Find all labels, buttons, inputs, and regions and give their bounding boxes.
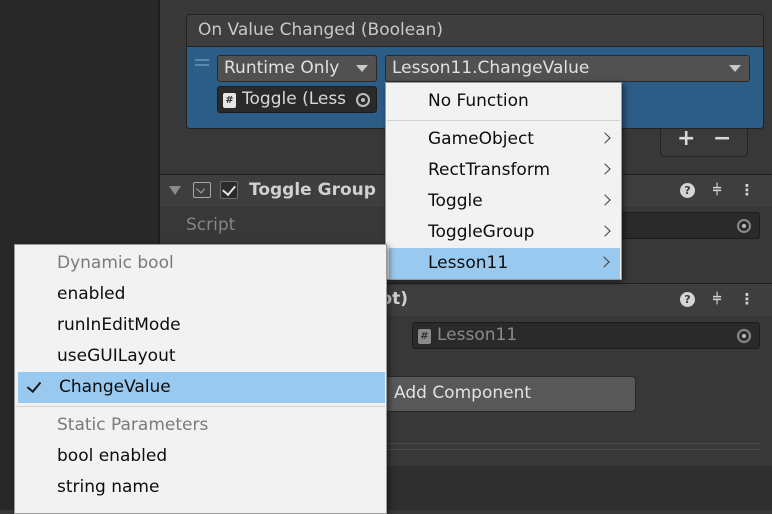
submenu-arrow-icon xyxy=(599,225,611,237)
menu-item-toggle[interactable]: Toggle xyxy=(386,186,621,217)
menu-item-label: bool enabled xyxy=(57,446,168,466)
menu-item-enabled[interactable]: enabled xyxy=(15,279,386,310)
add-remove-listener-box: + − xyxy=(660,126,748,157)
dropdown-arrow-icon xyxy=(729,65,741,72)
menu-item-label: RectTransform xyxy=(428,160,551,180)
function-menu: No Function GameObject RectTransform Tog… xyxy=(385,82,622,280)
toggle-group-title: Toggle Group xyxy=(249,180,376,200)
remove-listener-button[interactable]: − xyxy=(713,126,731,151)
checkmark-icon xyxy=(222,181,236,197)
submenu-arrow-icon xyxy=(599,194,611,206)
menu-item-bool-enabled[interactable]: bool enabled xyxy=(15,441,386,472)
submenu-arrow-icon xyxy=(599,132,611,144)
runtime-mode-dropdown[interactable]: Runtime Only xyxy=(217,55,377,82)
menu-item-gameobject[interactable]: GameObject xyxy=(386,124,621,155)
menu-item-no-function[interactable]: No Function xyxy=(386,86,621,117)
menu-item-recttransform[interactable]: RectTransform xyxy=(386,155,621,186)
presets-icon[interactable]: ⫩ xyxy=(708,290,726,308)
menu-section-label: Static Parameters xyxy=(57,415,209,435)
target-object-value: Toggle (Less xyxy=(242,89,347,109)
foldout-arrow-icon[interactable] xyxy=(169,186,181,195)
function-value: Lesson11.ChangeValue xyxy=(392,58,590,78)
menu-item-changevalue[interactable]: ChangeValue xyxy=(18,372,385,403)
help-icon[interactable]: ? xyxy=(680,183,695,198)
function-dropdown[interactable]: Lesson11.ChangeValue xyxy=(385,55,750,82)
menu-separator xyxy=(387,120,620,121)
submenu-arrow-icon xyxy=(598,256,610,268)
menu-item-label: runInEditMode xyxy=(57,315,181,335)
menu-section-label: Dynamic bool xyxy=(57,253,174,273)
section-header-dynamic: Dynamic bool xyxy=(15,248,386,279)
menu-item-label: Lesson11 xyxy=(428,253,509,273)
menu-item-lesson11[interactable]: Lesson11 xyxy=(389,248,620,279)
unity-event-header: On Value Changed (Boolean) xyxy=(187,15,763,47)
more-options-icon[interactable]: ⋮ xyxy=(738,290,756,308)
section-header-static: Static Parameters xyxy=(15,410,386,441)
menu-item-label: useGUILayout xyxy=(57,346,176,366)
script-property-label: Script xyxy=(186,215,236,235)
menu-item-label: ChangeValue xyxy=(59,377,171,397)
add-component-label: Add Component xyxy=(394,383,532,403)
component-enabled-checkbox[interactable] xyxy=(220,181,238,199)
dropdown-arrow-icon xyxy=(356,65,368,72)
menu-item-label: Toggle xyxy=(428,191,483,211)
menu-item-label: No Function xyxy=(428,91,529,111)
toggle-group-component-icon xyxy=(193,182,211,198)
lesson11-script-field: # Lesson11 xyxy=(412,322,760,349)
menu-item-string-name[interactable]: string name xyxy=(15,472,386,503)
divider-line xyxy=(386,443,760,444)
drag-handle-icon[interactable] xyxy=(195,59,209,69)
menu-item-label: GameObject xyxy=(428,129,534,149)
object-picker-icon[interactable] xyxy=(737,219,751,233)
lesson11-script-value: Lesson11 xyxy=(437,325,518,345)
help-icon[interactable]: ? xyxy=(680,292,695,307)
target-object-field[interactable]: # Toggle (Less xyxy=(217,86,377,113)
menu-item-label: string name xyxy=(57,477,160,497)
menu-item-label: ToggleGroup xyxy=(428,222,535,242)
object-picker-icon[interactable] xyxy=(737,329,751,343)
menu-item-togglegroup[interactable]: ToggleGroup xyxy=(386,217,621,248)
menu-separator xyxy=(16,406,385,407)
menu-item-useguilayout[interactable]: useGUILayout xyxy=(15,341,386,372)
divider-line xyxy=(386,449,760,450)
checkmark-icon xyxy=(26,377,42,394)
add-listener-button[interactable]: + xyxy=(677,126,695,151)
script-icon: # xyxy=(418,329,431,344)
menu-item-label: enabled xyxy=(57,284,126,304)
inspector-footer xyxy=(386,466,772,510)
menu-item-runineditmode[interactable]: runInEditMode xyxy=(15,310,386,341)
add-component-button[interactable]: Add Component xyxy=(378,376,636,412)
unity-event-title: On Value Changed (Boolean) xyxy=(198,20,444,40)
presets-icon[interactable]: ⫩ xyxy=(708,181,726,199)
runtime-mode-value: Runtime Only xyxy=(224,58,340,78)
object-picker-icon[interactable] xyxy=(356,93,370,107)
submenu-arrow-icon xyxy=(599,163,611,175)
more-options-icon[interactable]: ⋮ xyxy=(738,181,756,199)
script-icon: # xyxy=(223,93,236,108)
lesson11-method-menu: Dynamic bool enabled runInEditMode useGU… xyxy=(14,244,387,514)
